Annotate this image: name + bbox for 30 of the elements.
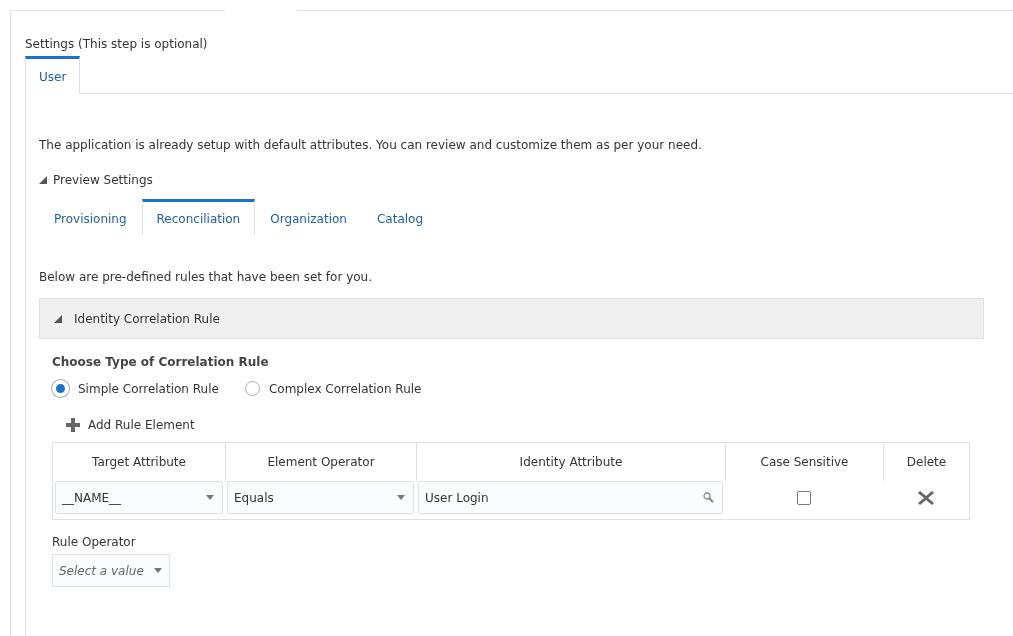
intro-text: Below are pre-defined rules that have been set for you.: [39, 269, 374, 285]
delete-button[interactable]: [918, 490, 934, 505]
identity-attribute-field[interactable]: User Login: [418, 481, 723, 514]
triangle-icon: [39, 176, 47, 184]
add-rule-element-button[interactable]: Add Rule Element: [66, 418, 195, 432]
radio-label: Complex Correlation Rule: [268, 381, 422, 396]
preview-settings-toggle[interactable]: Preview Settings: [39, 173, 153, 187]
panel-header[interactable]: Identity Correlation Rule: [39, 298, 984, 339]
checkbox[interactable]: [797, 490, 811, 505]
caret-icon: [397, 495, 405, 500]
column-header: Target Attribute: [91, 454, 187, 471]
element-operator-select[interactable]: Equals: [227, 481, 414, 514]
triangle-icon: [54, 314, 62, 323]
radio-button[interactable]: [244, 381, 260, 396]
section-title: Settings (This step is optional): [25, 36, 209, 53]
plus-icon: [66, 418, 80, 432]
rule-operator-select[interactable]: Select a value: [52, 554, 170, 587]
column-header: Case Sensitive: [725, 443, 883, 481]
field-label: Rule Operator: [52, 535, 137, 549]
target-attribute-select[interactable]: __NAME__: [55, 481, 223, 514]
group-label: Choose Type of Correlation Rule: [52, 355, 270, 369]
caret-icon: [153, 568, 162, 573]
radio-label: Simple Correlation Rule: [78, 381, 219, 396]
tab[interactable]: User: [25, 56, 81, 94]
close-icon: [918, 490, 934, 505]
column-header: Delete: [883, 443, 969, 481]
tab[interactable]: Reconciliation: [141, 199, 256, 236]
description: The application is already setup with default attributes. You can review and customize them as per your need.: [39, 137, 703, 153]
caret-icon: [206, 495, 214, 500]
search-icon: [703, 492, 714, 503]
